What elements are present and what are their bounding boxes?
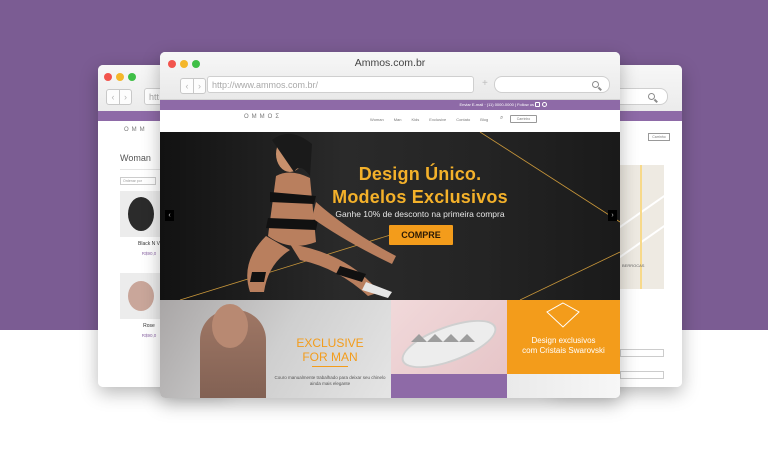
compre-button[interactable]: COMPRE [389,225,453,245]
site-logo[interactable]: Ο Μ Μ Ο Σ [244,114,279,120]
forward-arrow-icon[interactable]: › [193,79,205,93]
form-field[interactable] [620,349,664,357]
promo-sandal-image[interactable] [391,300,507,374]
nav-item-exclusive[interactable]: Exclusive [429,117,446,122]
search-icon[interactable]: ⌕ [500,115,503,122]
main-window-chrome: Ammos.com.br ‹ › http://www.ammos.com.br… [160,52,620,100]
logo-letter: Μ [139,127,145,133]
man-head [212,304,248,348]
nav-item-kids[interactable]: Kids [412,117,420,122]
promo-swarovski[interactable]: Design exclusivos com Cristais Swarovski [507,300,620,374]
back-arrow-icon[interactable]: ‹ [181,79,193,93]
promo-purple-panel[interactable] [391,374,507,398]
close-dot[interactable] [104,73,112,81]
search-icon[interactable] [648,93,655,100]
logo-letter: Μ [259,114,265,120]
map-road [620,182,664,230]
new-tab-icon[interactable]: + [482,78,488,89]
logo-letter: Ο [244,114,249,120]
minimize-dot[interactable] [116,73,124,81]
instagram-icon[interactable] [535,102,540,107]
hero-title-line1: Design Único. [358,164,482,184]
hero-prev-arrow[interactable]: ‹ [165,210,174,221]
main-browser-window: Ammos.com.br ‹ › http://www.ammos.com.br… [160,52,620,398]
url-bar[interactable]: http://www.ammos.com.br/ [207,76,474,93]
site-navigation: Ο Μ Μ Ο Σ Woman Man Kids Exclusive Conta… [160,110,620,132]
site-top-strip: Enviar E-mail · (11) 0000-0000 | Follow … [160,100,620,110]
cart-button[interactable]: Carrinho [648,133,670,141]
sandal-shape [128,281,154,311]
location-map[interactable]: BERROCAS [620,165,664,289]
swarovski-line1: Design exclusivos [531,336,596,345]
map-label: BERROCAS [622,263,645,268]
divider [312,366,348,367]
hero-subtitle: Ganhe 10% de desconto na primeira compra [335,209,505,219]
search-bar[interactable] [494,76,610,93]
cart-button[interactable]: Carrinho [510,115,537,123]
window-title: Ammos.com.br [354,57,426,69]
promo-man-title-line1: EXCLUSIVE [296,336,364,350]
product-image[interactable] [120,191,162,237]
nav-item-blog[interactable]: Blog [480,117,488,122]
nav-item-contato[interactable]: Contato [456,117,470,122]
hero-banner: ‹ › Design Único. Modelos Exclusivos Gan… [160,132,620,300]
hero-next-arrow[interactable]: › [608,210,617,221]
hero-title-line2: Modelos Exclusivos [332,187,508,207]
forward-arrow-icon[interactable]: › [119,90,131,104]
logo-letter: Ο [267,114,273,120]
back-arrow-icon[interactable]: ‹ [107,90,119,104]
promo-gray-panel[interactable] [507,374,620,398]
promo-exclusive-man[interactable]: EXCLUSIVE FOR MAN Couro manualmente trab… [160,300,391,398]
logo-letter: Μ [251,114,257,120]
swarovski-line2: com Cristais Swarovski [522,346,605,355]
promo-man-description: Couro manualmente trabalhado para deixar… [274,375,386,386]
sandal-shape [128,197,154,231]
search-icon[interactable] [592,81,599,88]
nav-buttons: ‹ › [106,89,132,105]
facebook-icon[interactable] [542,102,547,107]
nav-item-man[interactable]: Man [394,117,402,122]
logo-letter: Μ [131,127,137,133]
logo-letter: Ο [124,127,129,133]
site-logo[interactable]: Ο Μ Μ [124,127,145,133]
strip-contact-text: Enviar E-mail · (11) 0000-0000 | Follow … [459,102,534,107]
logo-letter: Σ [275,114,280,120]
promo-man-title-line2: FOR MAN [302,350,358,364]
form-field[interactable] [620,371,664,379]
product-image[interactable] [120,273,162,319]
map-road [620,212,664,260]
sort-dropdown[interactable]: Ordenar por [120,177,156,185]
nav-item-woman[interactable]: Woman [370,117,384,122]
nav-buttons: ‹ › [180,78,206,94]
nav-menu: Woman Man Kids Exclusive Contato Blog [370,117,488,122]
maximize-dot[interactable] [128,73,136,81]
category-heading: Woman [120,153,151,163]
sole-pattern [411,334,475,342]
diamond-icon [546,302,580,328]
map-road [640,165,642,289]
